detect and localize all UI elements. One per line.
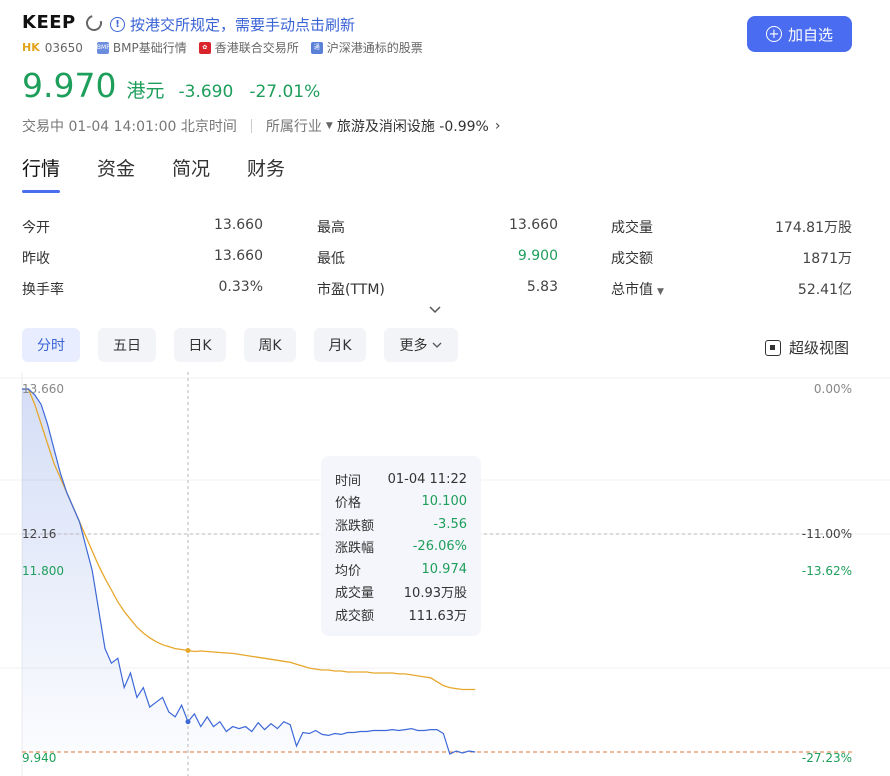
tooltip-volume: 10.93万股 [403,586,467,602]
refresh-notice[interactable]: ! 按港交所规定，需要手动点击刷新 [110,14,355,35]
axis-label-right: -27.23% [802,751,852,765]
crosshair-dot-avg [185,648,191,654]
market-tag: HK [22,41,40,54]
hk-flag-icon: ✿ [198,41,211,54]
connect-icon: 通 [310,41,323,54]
period-weekly[interactable]: 周K [244,328,296,362]
stat-amount: 成交额 1871万 [611,250,852,267]
tab-profile[interactable]: 简况 [172,154,210,193]
add-watchlist-button[interactable]: + 加自选 [747,16,852,52]
stats-row: 换手率 0.33% 市盈(TTM) 5.83 总市值 ▼ 52.41亿 [22,273,852,304]
hkex-badge: ✿ 香港联合交易所 [198,39,299,56]
stock-meta: HK 03650 BMP BMP基础行情 ✿ 香港联合交易所 通 沪深港通标的股… [22,39,435,56]
tab-quote[interactable]: 行情 [22,154,61,193]
axis-label-left: 13.660 [22,382,64,396]
stat-turnover: 换手率 0.33% [22,278,263,298]
main-tabs: 行情 资金 简况 财务 [22,154,322,193]
axis-label-left: 12.16 [22,527,56,541]
stats-row: 今开 13.660 最高 13.660 成交量 174.81万股 [22,211,852,242]
tooltip-change-pct: -26.06% [412,539,467,555]
price-row: 9.970 港元 -3.690 -27.01% [22,66,320,105]
plus-circle-icon: + [765,26,782,42]
period-5day[interactable]: 五日 [98,328,156,362]
tooltip-amount: 111.63万 [408,608,468,624]
last-price: 9.970 [22,66,117,105]
axis-label-right: -13.62% [802,564,852,578]
stat-open: 今开 13.660 [22,216,263,236]
super-view-button[interactable]: 超级视图 [765,337,849,358]
stock-code: 03650 [44,40,83,55]
period-more[interactable]: 更多 [384,328,458,362]
refresh-notice-text: 按港交所规定，需要手动点击刷新 [130,16,356,34]
axis-label-right: -11.00% [802,527,852,541]
trading-status: 交易中 01-04 14:01:00 北京时间 [22,119,237,135]
bmp-badge: BMP BMP基础行情 [96,41,187,55]
stats-row: 昨收 13.660 最低 9.900 成交额 1871万 [22,242,852,273]
tooltip-avg: 10.974 [421,561,468,577]
stat-market-cap[interactable]: 总市值 ▼ 52.41亿 [611,279,852,299]
fullscreen-icon [765,339,781,356]
chevron-down-icon [432,342,441,348]
period-daily[interactable]: 日K [174,328,226,362]
bmp-icon: BMP [96,41,110,54]
expand-chevron-icon[interactable] [428,303,442,317]
stats-grid: 今开 13.660 最高 13.660 成交量 174.81万股 昨收 13.660 最… [22,211,852,304]
axis-label-left: 11.800 [22,564,64,578]
stat-volume: 成交量 174.81万股 [611,219,852,236]
divider [250,119,252,133]
stat-high: 最高 13.660 [317,216,558,236]
tab-financials[interactable]: 财务 [247,154,285,193]
stat-prev-close: 昨收 13.660 [22,247,263,267]
tooltip-change: -3.56 [433,516,467,532]
tab-funds[interactable]: 资金 [97,154,135,193]
industry-link[interactable]: 旅游及消闲设施 -0.99% [337,116,489,136]
price-change-pct: -27.01% [249,82,321,102]
tooltip-time: 01-04 11:22 [387,471,467,487]
stock-ticker: KEEP [22,12,76,33]
period-intraday[interactable]: 分时 [22,328,80,362]
status-row: 交易中 01-04 14:01:00 北京时间 所属行业 ▼ 旅游及消闲设施 -… [22,116,500,136]
axis-label-right: 0.00% [814,382,852,396]
triangle-down-icon: ▼ [657,286,664,297]
axis-label-left: 9.940 [22,751,56,765]
chevron-right-icon[interactable]: › [495,118,501,134]
triangle-down-icon: ▼ [325,121,333,131]
stat-pe: 市盈(TTM) 5.83 [317,278,558,298]
price-change: -3.690 [178,82,234,102]
tooltip-price: 10.100 [421,494,468,510]
refresh-icon[interactable] [83,12,105,34]
industry-label: 所属行业 [265,119,322,135]
period-selector: 分时 五日 日K 周K 月K 更多 [22,328,476,362]
stat-low: 最低 9.900 [317,247,558,267]
connect-badge: 通 沪深港通标的股票 [310,39,423,56]
period-monthly[interactable]: 月K [314,328,366,362]
currency: 港元 [126,80,165,102]
info-icon: ! [110,17,125,32]
chart-tooltip: 时间 01-04 11:22 价格 10.100 涨跌额 -3.56 涨跌幅 -26.0… [321,456,481,636]
crosshair-dot-price [185,719,191,725]
